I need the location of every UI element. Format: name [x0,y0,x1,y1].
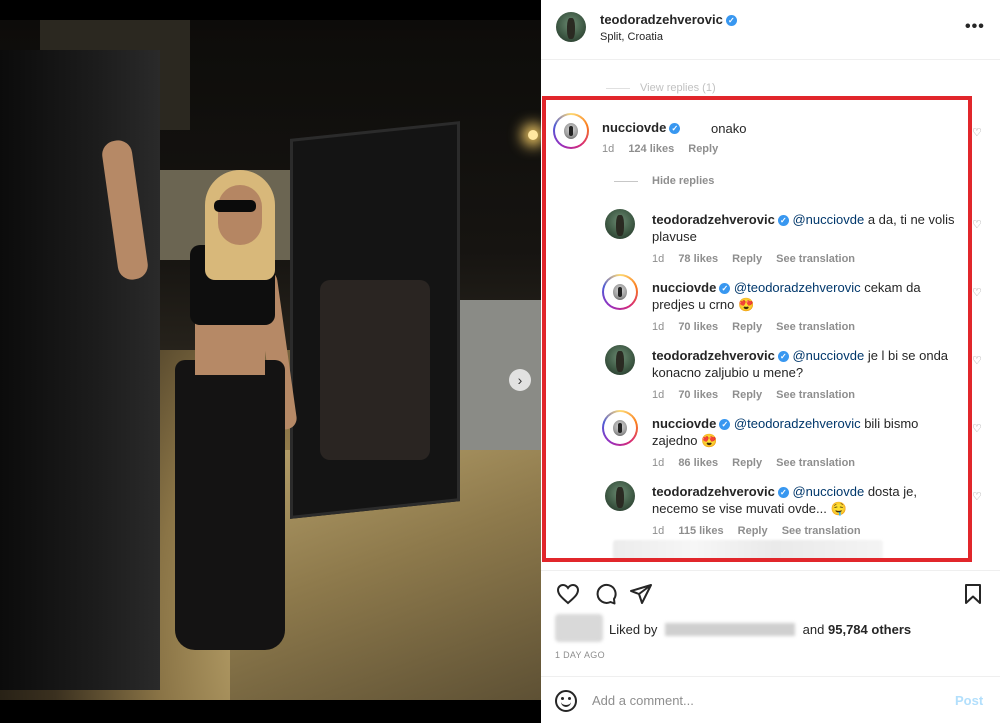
person-pants [175,360,285,650]
share-icon[interactable] [629,583,653,605]
blurred-liker-name[interactable] [665,623,796,636]
like-comment-icon[interactable]: ♡ [972,126,984,139]
liked-by-text: Liked by and 95,784 others [609,622,911,637]
emoji-icon[interactable] [555,690,577,712]
heart-icon[interactable] [556,583,580,605]
like-reply-icon[interactable]: ♡ [972,218,984,231]
like-reply-icon[interactable]: ♡ [972,490,984,503]
post-time[interactable]: 1 DAY AGO [555,650,605,660]
car-body [0,50,160,690]
view-replies-label: View replies (1) [640,82,716,94]
likes-count[interactable]: 95,784 others [828,622,911,637]
sunglasses [214,200,256,212]
bookmark-icon[interactable] [963,583,983,605]
carousel-next-button[interactable]: › [509,369,531,391]
like-reply-icon[interactable]: ♡ [972,422,984,435]
liker-avatar [555,614,603,642]
post-header: teodoradzehverovic ✓ Split, Croatia ••• [541,0,1000,60]
author-username-text[interactable]: teodoradzehverovic [600,12,723,27]
author-avatar[interactable] [556,12,586,42]
post-actions [541,570,1000,610]
comment-icon[interactable] [593,583,617,605]
more-options-icon[interactable]: ••• [965,18,985,36]
verified-icon: ✓ [725,15,737,26]
divider [606,87,630,89]
post-location[interactable]: Split, Croatia [600,31,663,43]
liked-by-prefix: Liked by [609,622,658,637]
add-comment-bar: Post [541,676,1000,723]
person-face [218,185,262,245]
person-torso [195,320,265,375]
comment-input[interactable] [592,693,922,708]
car-seat [320,280,430,460]
like-reply-icon[interactable]: ♡ [972,286,984,299]
post-photo: › [0,20,541,700]
liked-by-joiner: and [802,622,825,637]
post-button[interactable]: Post [955,693,983,708]
liked-by-summary: Liked by and 95,784 others [555,614,995,642]
view-replies-link[interactable]: View replies (1) [606,82,716,94]
like-reply-icon[interactable]: ♡ [972,354,984,367]
highlight-box [542,96,972,562]
street-light [528,130,538,140]
author-username[interactable]: teodoradzehverovic ✓ [600,12,737,27]
